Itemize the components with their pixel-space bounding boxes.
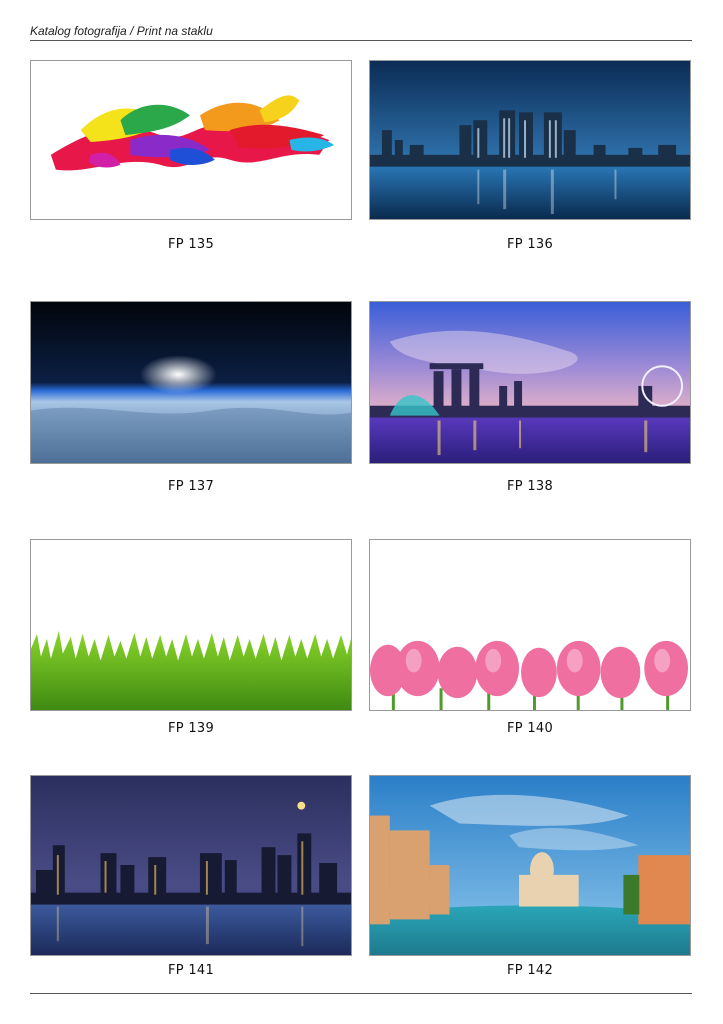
header-divider [30,40,692,41]
city-skyline-icon [370,61,690,219]
night-city-icon [31,776,351,955]
caption-fp-136: FP 136 [506,237,554,252]
marina-bay-icon [370,302,690,463]
photo-fp-137[interactable] [30,301,352,464]
caption-fp-142: FP 142 [506,963,554,978]
caption-fp-137: FP 137 [167,479,215,494]
caption-fp-140: FP 140 [506,721,554,736]
caption-fp-135: FP 135 [167,237,215,252]
venice-canal-icon [370,776,690,955]
footer-divider [30,993,692,994]
caption-fp-141: FP 141 [167,963,215,978]
grass-icon [31,540,351,710]
photo-fp-135[interactable] [30,60,352,220]
photo-fp-136[interactable] [369,60,691,220]
photo-fp-138[interactable] [369,301,691,464]
paint-splash-icon [31,61,351,219]
photo-fp-140[interactable] [369,539,691,711]
caption-fp-138: FP 138 [506,479,554,494]
photo-fp-141[interactable] [30,775,352,956]
photo-fp-142[interactable] [369,775,691,956]
earth-horizon-icon [31,302,351,463]
tulips-icon [370,540,690,710]
photo-fp-139[interactable] [30,539,352,711]
caption-fp-139: FP 139 [167,721,215,736]
page-title: Katalog fotografija / Print na staklu [30,24,213,38]
